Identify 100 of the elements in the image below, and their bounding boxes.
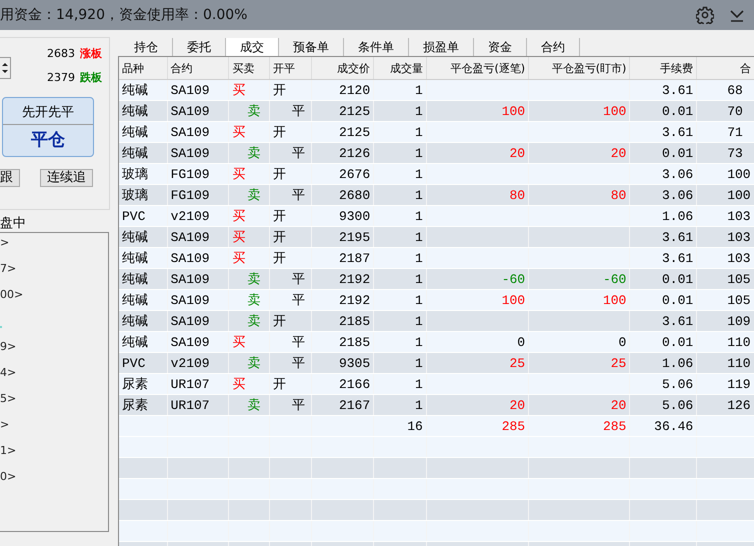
table-cell: 0.01 [662,104,694,118]
table-cell: 玻璃 [122,167,148,182]
table-cell: 103 [727,230,751,244]
table-cell: 1 [415,82,423,98]
column-header[interactable]: 成交价 [312,57,374,80]
table-cell: 2185 [338,334,370,350]
table-cell: 平 [269,332,312,352]
table-cell: SA109 [170,230,210,244]
table-cell: 3.61 [662,124,694,140]
table-cell: 0.01 [662,272,694,286]
list-item[interactable]: 00> [0,288,24,301]
list-item[interactable]: 1> [0,444,16,457]
table-cell: 卖 [228,268,270,290]
table-cell: 109 [727,314,751,328]
table-cell: 126 [727,398,751,412]
table-cell: 110 [727,334,751,350]
table-cell: 卖 [228,394,270,416]
table-cell: 2676 [338,166,370,182]
table-cell: 100 [502,292,526,308]
table-cell: 1 [415,208,423,224]
table-cell: 买 [228,80,270,100]
table-cell: 1 [415,314,423,328]
table-cell: 纯碱 [122,83,148,98]
table-cell: 买 [228,332,270,352]
table-cell: 开 [269,122,312,142]
list-item[interactable]: 0> [0,470,16,483]
action-label: 平仓 [31,129,65,151]
table-cell: 买 [228,164,270,184]
table-cell: 1 [415,292,423,308]
column-header[interactable]: 成交量 [374,57,426,80]
table-cell: 1 [415,250,423,266]
tab[interactable]: 成交 [226,38,279,56]
table-cell: 纯碱 [122,230,148,245]
table-cell: -60 [502,272,526,286]
table-cell: 1 [415,356,423,370]
table-cell: 100 [727,166,751,182]
column-header[interactable]: 合 [696,57,754,80]
table-cell: SA109 [170,314,210,328]
table-cell: 2195 [338,230,370,244]
list-item[interactable]: 9> [0,340,16,353]
funds-summary: 用资金：14,920，资金使用率：0.00% [0,6,248,24]
table-cell: 1 [415,188,423,202]
list-item[interactable]: 7> [0,262,16,275]
table-cell: 买 [228,374,270,394]
table-cell: -60 [602,272,626,286]
table-cell: v2109 [170,356,210,370]
table-cell: 1.06 [662,208,694,224]
table-cell: 73 [727,146,743,160]
button[interactable]: 跟 [0,169,20,187]
table-cell: 尿素 [122,398,148,413]
table-cell: SA109 [170,272,210,286]
close-position-button[interactable]: 先开先平 平仓 [2,97,94,157]
table-cell: SA109 [170,146,210,160]
table-cell: 68 [727,82,743,98]
column-header[interactable]: 合约 [167,57,229,80]
column-header[interactable]: 开平 [269,57,312,80]
table-cell: 买 [228,248,270,268]
table-cell: 20 [509,146,526,160]
table-cell: 买 [228,122,270,142]
column-header[interactable]: 买卖 [228,57,270,80]
column-header[interactable]: 平仓盈亏(逐笔) [426,57,529,80]
table-cell: 0.01 [662,146,694,160]
table-cell: 纯碱 [122,251,148,266]
spinner-arrows-icon[interactable] [0,57,11,79]
table-cell: 平 [269,394,312,416]
column-header[interactable]: 手续费 [630,57,697,80]
button[interactable]: 连续追 [40,169,93,187]
table-cell: SA109 [170,250,210,266]
table-cell: 25 [610,356,626,370]
table-cell: 卖 [228,100,270,122]
table-cell: 3.61 [662,314,694,328]
column-header[interactable]: 品种 [119,57,168,80]
list-item[interactable]: 4> [0,366,16,379]
table-cell: 纯碱 [122,125,148,140]
table-cell: 25 [509,356,526,370]
settings-icon[interactable] [696,6,714,24]
table-cell: 105 [727,292,751,308]
table-cell: 1 [415,146,423,160]
table-cell: 110 [727,356,751,370]
table-cell: 0.01 [662,334,694,350]
table-cell: 平 [269,100,312,122]
table-cell: 2166 [338,376,370,392]
table-cell: 1 [415,398,423,412]
list-item[interactable]: > [0,236,10,249]
table-cell: 100 [602,292,626,308]
limit-down-label: 跌板 [80,70,102,85]
table-cell: 1 [415,230,423,244]
column-header[interactable]: 平仓盈亏(盯市) [528,57,630,80]
table-cell: 100 [727,188,751,202]
table-cell: 卖 [228,142,270,164]
table-cell: 2167 [338,398,370,412]
list-item[interactable]: 5> [0,392,16,405]
table-cell: 纯碱 [122,272,148,287]
table-cell: 1 [415,124,423,140]
table-cell: 2125 [338,124,370,140]
table-cell: FG109 [170,188,210,202]
table-cell: 开 [269,164,312,184]
table-cell: 2192 [338,272,370,286]
table-cell: 平 [269,184,312,206]
list-item[interactable]: > [0,418,10,431]
